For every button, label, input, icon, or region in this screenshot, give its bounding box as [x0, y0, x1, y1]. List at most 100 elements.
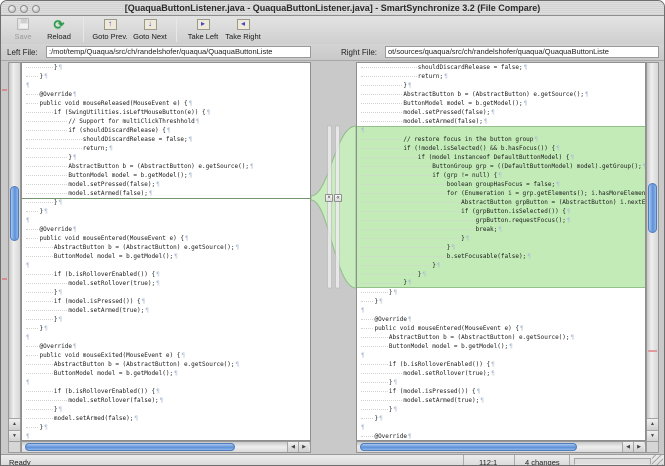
line-ending-mark: ¶ — [189, 136, 193, 143]
code-line: model.setPressed(false);¶ — [22, 180, 310, 189]
code-line: public void mouseReleased(MouseEvent e) … — [22, 99, 310, 108]
code-line: b.setFocusable(false);¶ — [357, 252, 645, 261]
line-ending-mark: ¶ — [498, 172, 502, 179]
right-file-path-field[interactable]: ot/sources/quaqua/src/ch/randelshofer/qu… — [385, 46, 659, 58]
line-ending-mark: ¶ — [26, 433, 30, 440]
left-file-label: Left File: — [7, 48, 38, 57]
line-ending-mark: ¶ — [73, 91, 77, 98]
resize-grip[interactable] — [652, 455, 663, 466]
save-icon — [17, 18, 29, 30]
line-ending-mark: ¶ — [59, 64, 63, 71]
goto-prev-button[interactable]: ↑ Goto Prev. — [91, 17, 129, 43]
right-horizontal-scrollbar[interactable]: ◀ ▶ — [356, 441, 646, 453]
line-ending-mark: ¶ — [408, 316, 412, 323]
left-horizontal-scrollbar[interactable]: ◀ ▶ — [21, 441, 311, 453]
code-line: ButtonGroup grp = ((DefaultButtonModel) … — [357, 162, 645, 171]
line-ending-mark: ¶ — [437, 262, 441, 269]
code-line: ButtonModel model = b.getModel();¶ — [22, 252, 310, 261]
reload-button[interactable]: ⟳ Reload — [42, 17, 76, 43]
reload-icon: ⟳ — [54, 18, 65, 31]
line-ending-mark: ¶ — [379, 415, 383, 422]
take-right-button[interactable]: ◂ Take Right — [224, 17, 262, 43]
code-line: }¶ — [357, 378, 645, 387]
code-line: if (model instanceof DefaultButtonModel)… — [357, 153, 645, 162]
code-line: // restore focus in the button group¶ — [357, 135, 645, 144]
code-line: model.setPressed(false);¶ — [357, 108, 645, 117]
code-line: @Override¶ — [22, 90, 310, 99]
toolbar: Save ⟳ Reload ↑ Goto Prev. ↓ Goto Next ▸… — [1, 16, 664, 44]
line-ending-mark: ¶ — [207, 109, 211, 116]
code-line: if (!model.isSelected() && b.hasFocus())… — [357, 144, 645, 153]
scroll-right-icon[interactable]: ▶ — [633, 442, 644, 452]
scroll-right-icon[interactable]: ▶ — [298, 442, 309, 452]
left-hscroll-thumb[interactable] — [25, 443, 235, 451]
code-line: }¶ — [22, 198, 310, 207]
right-vscroll-thumb[interactable] — [648, 183, 657, 233]
line-ending-mark: ¶ — [643, 163, 645, 170]
left-vertical-scrollbar[interactable]: ▲ ▼ — [8, 62, 21, 441]
line-ending-mark: ¶ — [73, 154, 77, 161]
save-button[interactable]: Save — [6, 17, 40, 43]
title-bar[interactable]: [QuaquaButtonListener.java - QuaquaButto… — [1, 1, 664, 16]
goto-next-button[interactable]: ↓ Goto Next — [131, 17, 169, 43]
code-line: if (shouldDiscardRelease) {¶ — [22, 126, 310, 135]
right-code-editor[interactable]: shouldDiscardRelease = false;¶ return;¶ … — [356, 62, 646, 441]
code-line: if (grpButton.isSelected()) {¶ — [357, 207, 645, 216]
right-hscroll-thumb[interactable] — [360, 443, 577, 451]
line-ending-mark: ¶ — [491, 370, 495, 377]
line-ending-mark: ¶ — [394, 289, 398, 296]
toolbar-separator — [176, 18, 177, 42]
goto-next-icon: ↓ — [144, 19, 157, 30]
file-path-bar: Left File: :/mot/temp/Quaqua/src/ch/rand… — [1, 44, 664, 61]
line-ending-mark: ¶ — [26, 217, 30, 224]
line-ending-mark: ¶ — [134, 415, 138, 422]
code-line: model.setRollover(true);¶ — [357, 369, 645, 378]
code-line: ¶ — [22, 216, 310, 225]
code-line: }¶ — [357, 405, 645, 414]
line-ending-mark: ¶ — [361, 424, 365, 431]
take-left-button[interactable]: ▸ Take Left — [184, 17, 222, 43]
code-line: }¶ — [357, 243, 645, 252]
code-line: AbstractButton grpButton = (AbstractButt… — [357, 198, 645, 207]
scrollbar-corner — [646, 441, 659, 453]
left-code-editor[interactable]: }¶ }¶¶ @Override¶ public void mouseRelea… — [21, 62, 311, 441]
code-line: if (model.isPressed()) {¶ — [357, 387, 645, 396]
code-line: AbstractButton b = (AbstractButton) e.ge… — [22, 243, 310, 252]
line-ending-mark: ¶ — [571, 334, 575, 341]
left-vscroll-thumb[interactable] — [10, 186, 19, 241]
scroll-up-icon[interactable]: ▲ — [647, 418, 658, 430]
line-ending-mark: ¶ — [59, 289, 63, 296]
code-line: @Override¶ — [357, 432, 645, 441]
code-line: @Override¶ — [357, 315, 645, 324]
line-ending-mark: ¶ — [451, 244, 455, 251]
compare-area: ▲ ▼ }¶ }¶¶ @Override¶ public void mouseR… — [1, 61, 665, 454]
line-ending-mark: ¶ — [477, 388, 481, 395]
line-ending-mark: ¶ — [59, 316, 63, 323]
line-ending-mark: ¶ — [26, 262, 30, 269]
right-vertical-scrollbar[interactable]: ▲ ▼ — [646, 62, 659, 441]
scroll-up-icon[interactable]: ▲ — [9, 418, 20, 430]
scroll-left-icon[interactable]: ◀ — [622, 442, 633, 452]
code-line: break;¶ — [357, 225, 645, 234]
code-line: }¶ — [357, 234, 645, 243]
left-file-path-field[interactable]: :/mot/temp/Quaqua/src/ch/randelshofer/qu… — [46, 46, 311, 58]
dismiss-change-button[interactable]: × — [325, 194, 333, 202]
code-line: @Override¶ — [22, 342, 310, 351]
line-ending-mark: ¶ — [466, 235, 470, 242]
code-line: model.setRollover(true);¶ — [22, 279, 310, 288]
status-message: Ready — [9, 458, 31, 466]
diff-ribbon — [311, 62, 356, 441]
code-line: ¶ — [22, 261, 310, 270]
code-line: }¶ — [22, 324, 310, 333]
line-ending-mark: ¶ — [26, 334, 30, 341]
line-ending-mark: ¶ — [361, 127, 365, 134]
line-ending-mark: ¶ — [156, 271, 160, 278]
scroll-left-icon[interactable]: ◀ — [287, 442, 298, 452]
apply-change-left-button[interactable]: « — [334, 194, 342, 202]
line-ending-mark: ¶ — [160, 397, 164, 404]
line-ending-mark: ¶ — [408, 433, 412, 440]
line-ending-mark: ¶ — [480, 397, 484, 404]
line-ending-mark: ¶ — [484, 118, 488, 125]
code-line: ButtonModel model = b.getModel();¶ — [357, 342, 645, 351]
statusbar-separator — [514, 455, 515, 466]
